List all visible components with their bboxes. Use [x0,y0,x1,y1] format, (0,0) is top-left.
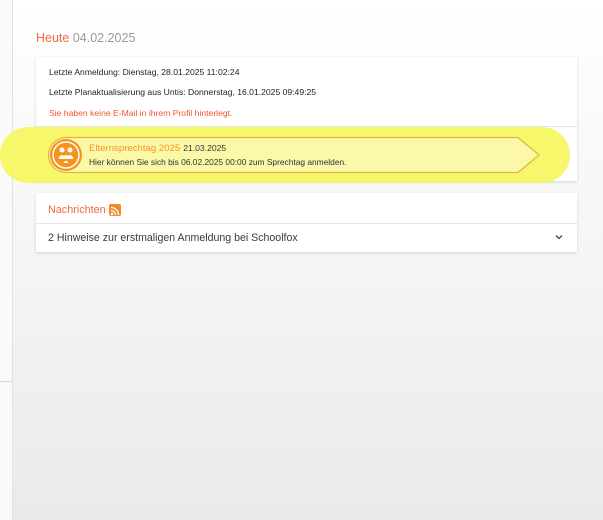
last-update-text: Letzte Planaktualisierung aus Untis: Don… [49,87,317,97]
sidebar-divider [0,381,12,382]
today-date: 04.02.2025 [72,31,136,45]
today-heading: Heute 04.02.2025 [36,31,135,45]
event-title-line: Elternsprechtag 2025 21.03.2025 [89,143,226,154]
last-login-text: Letzte Anmeldung: Dienstag, 28.01.2025 1… [49,67,240,77]
news-item-text: 2 Hinweise zur erstmaligen Anmeldung bei… [48,232,298,244]
event-banner[interactable]: Elternsprechtag 2025 21.03.2025 Hier könn… [48,136,542,174]
event-description: Hier können Sie sich bis 06.02.2025 00:0… [89,157,347,167]
news-heading[interactable]: Nachrichten [48,204,106,216]
today-label: Heute [36,31,70,45]
chevron-down-icon[interactable] [553,231,565,243]
news-card: Nachrichten 2 Hinweise zur erstmaligen A… [36,193,577,252]
email-warning-text: Sie haben keine E-Mail in ihrem Profil h… [49,108,233,118]
event-title: Elternsprechtag 2025 [89,143,181,154]
rss-icon[interactable] [109,204,121,216]
left-sidebar-edge [0,0,13,520]
news-item[interactable]: 2 Hinweise zur erstmaligen Anmeldung bei… [36,224,577,252]
event-date: 21.03.2025 [183,143,227,153]
parents-icon [50,139,82,171]
banner-arrow-shape [48,136,540,174]
